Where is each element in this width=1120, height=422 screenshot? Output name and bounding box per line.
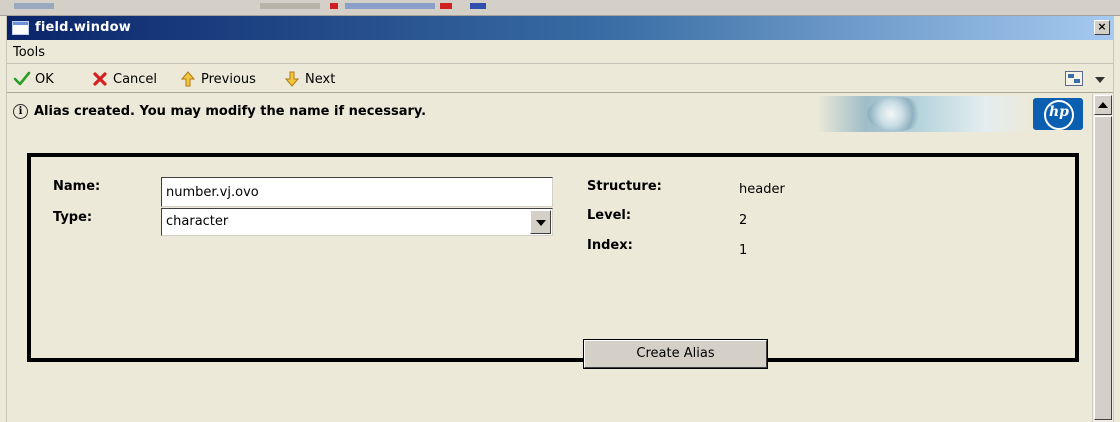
field-window: field.window × Tools OK Cancel Previous <box>6 16 1114 422</box>
cancel-button[interactable]: Cancel <box>91 70 157 88</box>
red-x-icon <box>91 70 109 88</box>
next-button[interactable]: Next <box>283 70 335 88</box>
status-message-text: Alias created. You may modify the name i… <box>34 104 427 119</box>
structure-value: header <box>739 182 785 197</box>
title-bar[interactable]: field.window × <box>7 16 1113 40</box>
scroll-thumb[interactable] <box>1094 116 1112 420</box>
level-value: 2 <box>739 213 748 228</box>
hp-banner: hp <box>817 96 1087 132</box>
type-label: Type: <box>53 210 93 225</box>
window-icon <box>12 21 29 35</box>
type-select-value: character <box>166 214 229 229</box>
toolbar: OK Cancel Previous Next <box>7 65 1113 93</box>
create-alias-button[interactable]: Create Alias <box>583 339 768 369</box>
alias-form: Name: Type: character Structure: header … <box>27 153 1079 362</box>
dropdown-arrow-icon[interactable] <box>1095 77 1105 83</box>
level-label: Level: <box>587 208 632 223</box>
background-window-strip <box>0 0 1120 16</box>
close-button[interactable]: × <box>1094 20 1110 35</box>
type-select[interactable]: character <box>161 208 553 236</box>
cancel-label: Cancel <box>113 71 158 87</box>
info-icon: i <box>13 104 28 119</box>
status-message: i Alias created. You may modify the name… <box>13 104 426 119</box>
ok-button[interactable]: OK <box>13 70 54 88</box>
down-arrow-icon <box>283 70 301 88</box>
tree-view-icon[interactable] <box>1065 71 1083 86</box>
previous-button[interactable]: Previous <box>179 70 256 88</box>
checkmark-icon <box>13 70 31 88</box>
scroll-up-button[interactable] <box>1094 95 1112 115</box>
previous-label: Previous <box>201 71 256 87</box>
name-input[interactable] <box>161 177 553 207</box>
next-label: Next <box>305 71 336 87</box>
ok-label: OK <box>35 71 54 87</box>
menu-tools[interactable]: Tools <box>13 45 45 60</box>
structure-label: Structure: <box>587 179 662 194</box>
type-dropdown-button[interactable] <box>530 210 551 234</box>
up-arrow-icon <box>179 70 197 88</box>
vertical-scrollbar[interactable] <box>1092 94 1113 422</box>
name-label: Name: <box>53 179 101 194</box>
detail-panel: i Alias created. You may modify the name… <box>7 94 1093 422</box>
nautilus-shell-image <box>867 97 927 131</box>
menu-bar: Tools <box>7 40 1113 64</box>
index-label: Index: <box>587 238 633 253</box>
hp-logo: hp <box>1033 98 1083 130</box>
window-title: field.window <box>35 20 131 35</box>
index-value: 1 <box>739 243 748 258</box>
